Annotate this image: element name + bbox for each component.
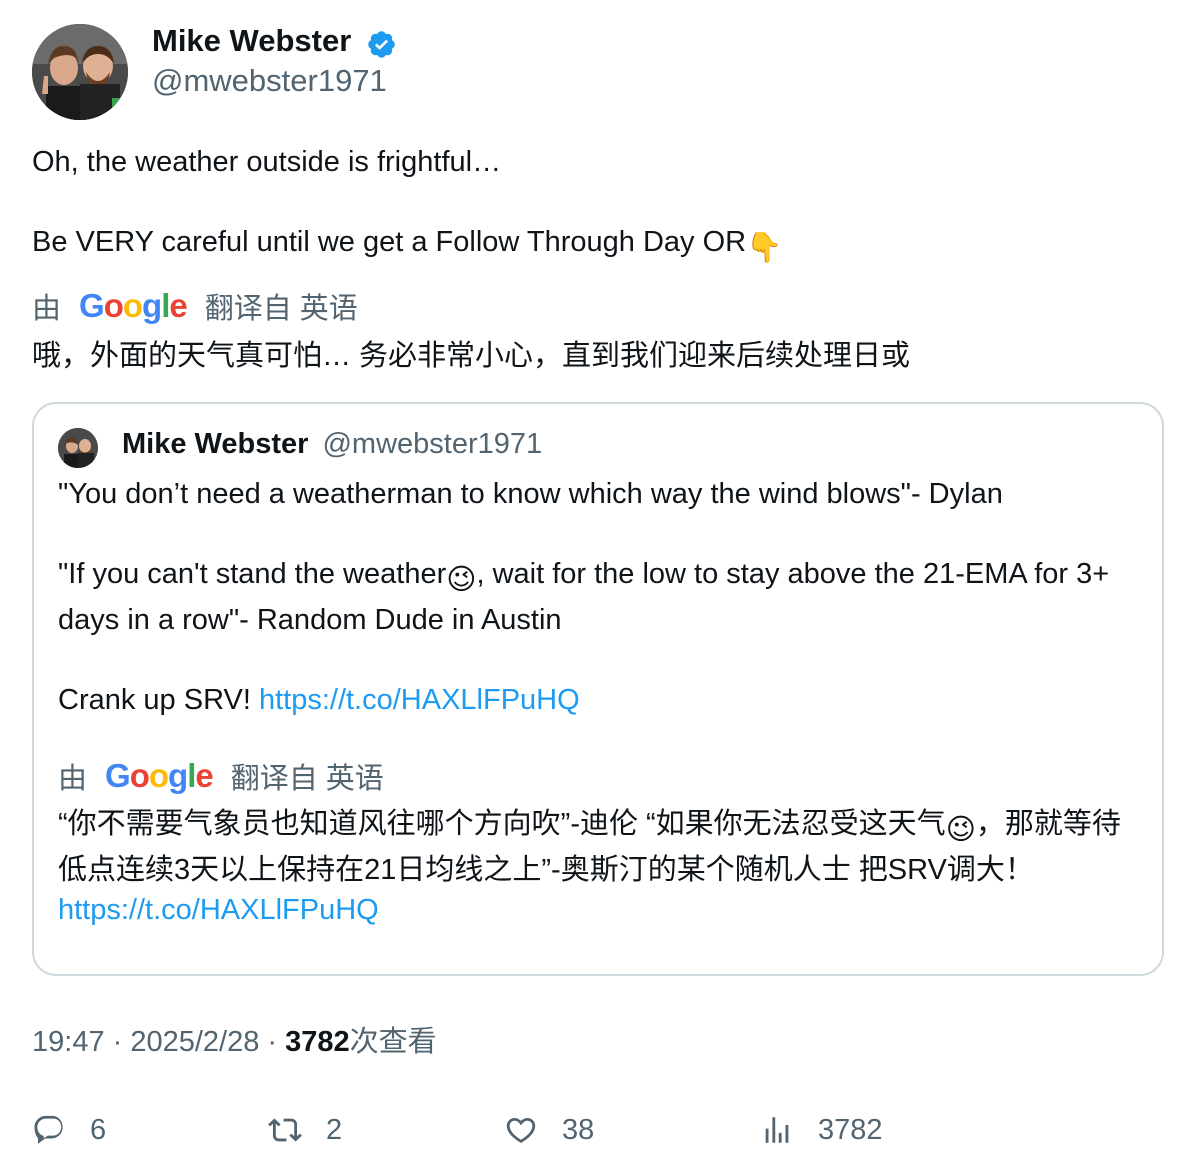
translation-source-label: 翻译自 英语: [204, 293, 358, 325]
quoted-link[interactable]: https://t.co/HAXLlFPuHQ: [259, 684, 580, 716]
verified-badge-icon: [368, 31, 395, 58]
analytics-icon: [765, 1117, 789, 1143]
like-count: 38: [562, 1113, 595, 1146]
reply-icon: [34, 1115, 63, 1144]
tweet-time[interactable]: 19:47: [32, 1026, 105, 1058]
quoted-translation-link[interactable]: https://t.co/HAXLlFPuHQ: [58, 894, 379, 926]
quoted-author-name: Mike Webster: [122, 428, 309, 460]
meta-separator: ·: [259, 1026, 286, 1058]
quoted-author-header: Mike Webster @mwebster1971: [122, 424, 542, 464]
quoted-translation-attribution: 由 Google 翻译自 英语: [58, 756, 384, 796]
reply-button[interactable]: 6: [32, 1108, 106, 1152]
tweet-date[interactable]: 2025/2/28: [130, 1026, 259, 1058]
views-button[interactable]: 3782: [760, 1108, 883, 1152]
quoted-para-1: "You don’t need a weatherman to know whi…: [58, 478, 1003, 510]
tweet-text: Oh, the weather outside is frightful… Be…: [32, 142, 1162, 268]
tweet-detail: Mike Webster @mwebster1971 Oh, the weath…: [0, 0, 1196, 1176]
like-button[interactable]: 38: [504, 1108, 594, 1152]
quoted-tweet-card[interactable]: Mike Webster @mwebster1971 "You don’t ne…: [32, 402, 1164, 976]
pointing-down-emoji-icon: 👇: [746, 232, 783, 264]
quoted-tweet-text: "You don’t need a weatherman to know whi…: [58, 474, 1148, 720]
quoted-para-2-a: "If you can't stand the weather: [58, 558, 447, 590]
google-logo-icon: Google: [79, 287, 188, 324]
tweet-meta: 19:47 · 2025/2/28 · 3782次查看: [32, 1022, 437, 1062]
author-name[interactable]: Mike Webster: [152, 22, 351, 60]
quoted-author-avatar: [58, 428, 98, 468]
quoted-translation-source-label: 翻译自 英语: [230, 763, 384, 795]
heart-icon: [506, 1117, 536, 1143]
retweet-count: 2: [326, 1113, 343, 1146]
quoted-translation-part-a: “你不需要气象员也知道风往哪个方向吹”-迪伦 “如果你无法忍受这天气: [58, 808, 946, 840]
retweet-icon: [268, 1118, 302, 1142]
winking-face-emoji-icon: 😉: [945, 814, 976, 846]
retweet-button[interactable]: 2: [268, 1108, 342, 1152]
action-bar: 6 2 38 3782: [32, 1108, 1162, 1152]
author-handle[interactable]: @mwebster1971: [152, 62, 387, 100]
views-action-count: 3782: [818, 1113, 883, 1146]
views-count: 3782: [285, 1026, 350, 1058]
tweet-line-1: Oh, the weather outside is frightful…: [32, 146, 502, 178]
tweet-translation: 哦，外面的天气真可怕… 务必非常小心，直到我们迎来后续处理日或: [32, 340, 911, 372]
winking-face-emoji-icon: 😉: [446, 564, 477, 596]
author-avatar[interactable]: [32, 24, 128, 120]
quoted-translation: “你不需要气象员也知道风往哪个方向吹”-迪伦 “如果你无法忍受这天气😉，那就等待…: [58, 804, 1148, 930]
views-label: 次查看: [349, 1026, 437, 1058]
quoted-author-handle: @mwebster1971: [322, 428, 543, 460]
translation-prefix: 由: [32, 293, 62, 325]
translation-attribution: 由 Google 翻译自 英语: [32, 286, 358, 326]
quoted-para-3: Crank up SRV!: [58, 684, 259, 716]
reply-count: 6: [90, 1113, 107, 1146]
meta-separator: ·: [104, 1026, 131, 1058]
tweet-line-2: Be VERY careful until we get a Follow Th…: [32, 226, 747, 258]
google-logo-icon: Google: [105, 757, 214, 794]
quoted-translation-prefix: 由: [58, 763, 88, 795]
